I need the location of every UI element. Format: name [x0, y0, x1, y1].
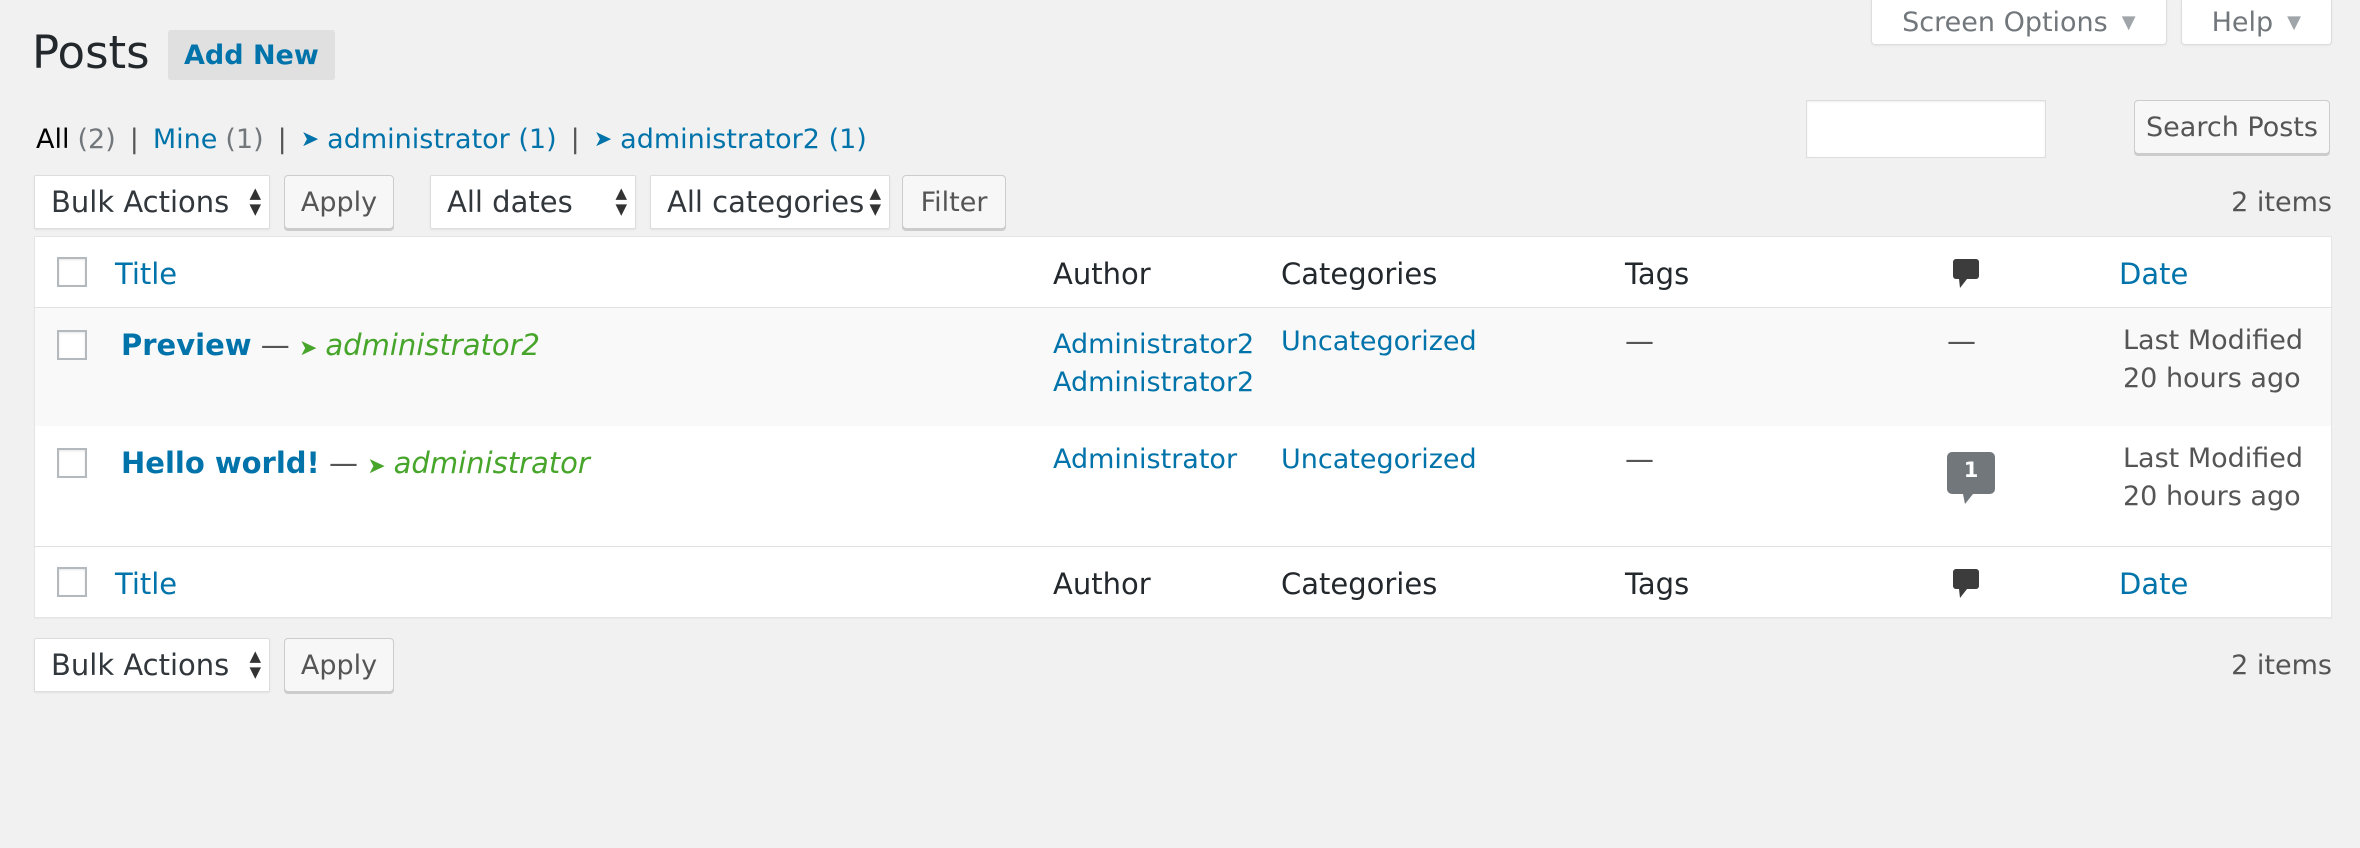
title-separator: —	[329, 446, 358, 480]
title-cell: Hello world! — ➤ administrator	[121, 446, 590, 480]
pin-icon: ➤	[593, 127, 613, 152]
items-count-bottom: 2 items	[2231, 650, 2332, 681]
post-title-link[interactable]: Hello world!	[121, 446, 320, 480]
comment-icon	[1953, 259, 1979, 288]
categories-value: All categories	[667, 185, 865, 219]
screen-options-tab[interactable]: Screen Options ▼	[1871, 0, 2167, 45]
tags-value: —	[1625, 442, 1654, 476]
filter-all-count: (2)	[77, 124, 116, 155]
date-value: 20 hours ago	[2123, 363, 2301, 394]
search-input[interactable]	[1806, 100, 2046, 158]
table-row: Preview — ➤ administrator2 Administrator2…	[35, 308, 2331, 426]
posts-table: Title Author Categories Tags Date Previe…	[34, 236, 2332, 618]
sort-arrows-icon: ▲ ▼	[615, 184, 627, 218]
row-checkbox[interactable]	[57, 330, 87, 360]
page-title: Posts	[32, 26, 150, 79]
filter-mine-label: Mine	[152, 124, 218, 155]
date-cell: Last Modified 20 hours ago	[2123, 440, 2303, 516]
author-link[interactable]: Administrator2	[1053, 364, 1254, 402]
author-link[interactable]: Administrator	[1053, 444, 1237, 475]
sort-arrows-icon: ▲ ▼	[249, 184, 261, 218]
column-title[interactable]: Title	[115, 567, 177, 601]
table-header: Title Author Categories Tags Date	[35, 237, 2331, 308]
caret-down-icon: ▼	[2121, 11, 2136, 33]
comments-value: —	[1947, 324, 1976, 358]
sort-arrows-icon: ▲ ▼	[249, 647, 261, 681]
search-posts-button[interactable]: Search Posts	[2134, 100, 2330, 154]
column-categories: Categories	[1281, 257, 1438, 291]
filter-administrator2[interactable]: ➤ administrator2 (1)	[594, 124, 867, 155]
pin-icon: ➤	[300, 127, 320, 152]
tags-value: —	[1625, 324, 1654, 358]
bulk-actions-select-bottom[interactable]: Bulk Actions ▲ ▼	[34, 638, 270, 692]
help-label: Help	[2211, 6, 2274, 38]
screen-meta-links: Screen Options ▼ Help ▼	[1871, 0, 2332, 45]
categories-select[interactable]: All categories ▲ ▼	[650, 175, 890, 229]
column-author: Author	[1053, 567, 1151, 601]
column-author: Author	[1053, 257, 1151, 291]
dates-value: All dates	[447, 185, 573, 219]
row-checkbox[interactable]	[57, 448, 87, 478]
edited-by-label: administrator2	[325, 328, 540, 362]
filter-mine-count: (1)	[225, 124, 264, 155]
separator: |	[129, 124, 139, 155]
filter-button[interactable]: Filter	[902, 175, 1006, 229]
caret-down-icon: ▼	[2287, 11, 2301, 33]
date-status: Last Modified	[2123, 325, 2304, 356]
screen-options-label: Screen Options	[1902, 6, 2108, 38]
bulk-actions-select[interactable]: Bulk Actions ▲ ▼	[34, 175, 270, 229]
comment-count-bubble[interactable]: 1	[1947, 452, 1995, 508]
table-footer: Title Author Categories Tags Date	[35, 546, 2331, 617]
filter-all-label: All	[36, 124, 70, 155]
select-all-checkbox[interactable]	[57, 257, 87, 287]
author-cell: Administrator2 Administrator2	[1053, 326, 1254, 402]
comment-icon	[1953, 569, 1979, 598]
edited-by-label: administrator	[393, 446, 590, 480]
title-cell: Preview — ➤ administrator2	[121, 328, 540, 362]
post-status-filters: All (2) | Mine (1) | ➤ administrator (1)…	[36, 124, 867, 155]
title-separator: —	[260, 328, 290, 362]
filter-administrator2-count: (1)	[828, 124, 867, 155]
help-tab[interactable]: Help ▼	[2180, 0, 2332, 45]
apply-button-bottom[interactable]: Apply	[284, 638, 394, 692]
column-date[interactable]: Date	[2119, 257, 2188, 291]
filter-mine[interactable]: Mine (1)	[153, 124, 264, 155]
items-count: 2 items	[2231, 187, 2332, 218]
pin-icon: ➤	[298, 336, 318, 361]
comment-count: 1	[1963, 458, 1979, 482]
apply-button[interactable]: Apply	[284, 175, 394, 229]
bulk-actions-value: Bulk Actions	[51, 648, 230, 682]
dates-select[interactable]: All dates ▲ ▼	[430, 175, 636, 229]
column-tags: Tags	[1625, 257, 1690, 291]
column-date[interactable]: Date	[2119, 567, 2188, 601]
column-tags: Tags	[1625, 567, 1690, 601]
sort-arrows-icon: ▲ ▼	[869, 184, 881, 218]
category-link[interactable]: Uncategorized	[1281, 444, 1477, 475]
filter-administrator-count: (1)	[518, 124, 557, 155]
edited-by: ➤ administrator	[367, 446, 590, 480]
edited-by: ➤ administrator2	[299, 328, 540, 362]
filter-all[interactable]: All (2)	[36, 124, 116, 155]
post-title-link[interactable]: Preview	[121, 328, 252, 362]
table-row: Hello world! — ➤ administrator Administra…	[35, 426, 2331, 544]
bulk-actions-value: Bulk Actions	[51, 185, 230, 219]
author-link[interactable]: Administrator2	[1053, 326, 1254, 364]
filter-administrator2-label: administrator2	[620, 124, 820, 155]
select-all-checkbox[interactable]	[57, 567, 87, 597]
date-status: Last Modified	[2123, 443, 2304, 474]
pin-icon: ➤	[367, 454, 386, 479]
date-value: 20 hours ago	[2123, 481, 2301, 512]
add-new-button[interactable]: Add New	[168, 30, 335, 80]
column-categories: Categories	[1281, 567, 1438, 601]
separator: |	[277, 124, 287, 155]
filter-administrator-label: administrator	[327, 124, 510, 155]
separator: |	[570, 124, 580, 155]
date-cell: Last Modified 20 hours ago	[2123, 322, 2303, 398]
category-link[interactable]: Uncategorized	[1281, 326, 1477, 357]
column-title[interactable]: Title	[115, 257, 177, 291]
filter-administrator[interactable]: ➤ administrator (1)	[301, 124, 557, 155]
